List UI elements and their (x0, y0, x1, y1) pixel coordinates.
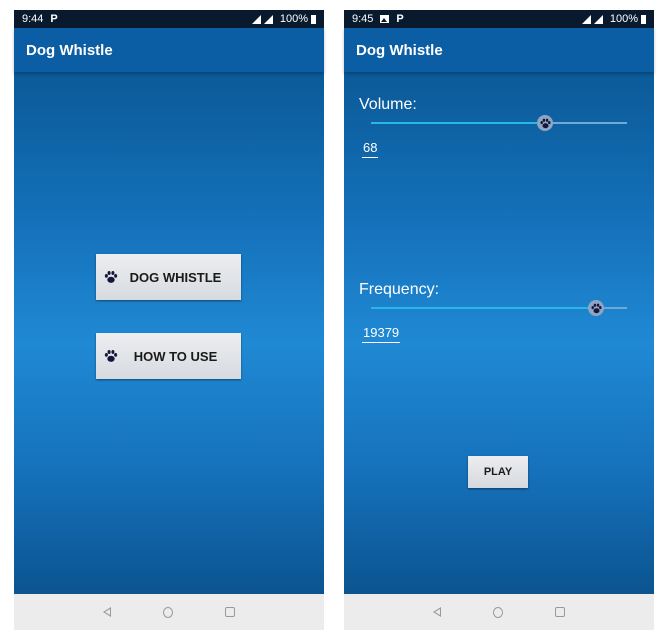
phone-screen-whistle: 9:45 P 100% Dog Whistle Volume: 68 Frequ… (344, 10, 654, 630)
parking-icon: P (50, 13, 58, 25)
phone-screen-menu: 9:44 P 100% Dog Whistle DOG WHISTLE HOW … (14, 10, 324, 630)
frequency-slider-thumb[interactable] (588, 300, 605, 316)
volume-value-field[interactable]: 68 (362, 140, 379, 158)
frequency-label: Frequency: (359, 281, 440, 298)
paw-icon (590, 302, 603, 315)
home-icon[interactable] (163, 606, 173, 618)
image-icon (380, 15, 390, 23)
navigation-bar (14, 594, 324, 630)
volume-slider-fill (371, 122, 546, 124)
battery-icon (641, 14, 646, 24)
cell-signal-icon (263, 14, 273, 24)
app-bar: Dog Whistle (14, 28, 324, 72)
play-button[interactable]: PLAY (468, 456, 528, 488)
menu-content: DOG WHISTLE HOW TO USE (14, 72, 324, 594)
back-icon[interactable] (103, 607, 111, 617)
wifi-signal-icon (251, 14, 261, 24)
volume-slider-thumb[interactable] (537, 115, 554, 131)
home-icon[interactable] (493, 606, 503, 618)
app-title: Dog Whistle (356, 41, 443, 59)
battery-icon (311, 14, 316, 24)
recents-icon[interactable] (555, 607, 565, 617)
paw-icon (103, 269, 119, 285)
volume-slider[interactable] (371, 115, 627, 131)
recents-icon[interactable] (225, 607, 235, 617)
status-time: 9:44 (22, 13, 44, 25)
paw-icon (103, 348, 119, 364)
volume-label: Volume: (359, 96, 417, 113)
whistle-content: Volume: 68 Frequency: 19379 PLAY (344, 72, 654, 594)
status-bar: 9:45 P 100% (344, 10, 654, 28)
paw-icon (539, 117, 552, 130)
frequency-slider[interactable] (371, 300, 627, 316)
dog-whistle-button[interactable]: DOG WHISTLE (96, 254, 241, 300)
navigation-bar (344, 594, 654, 630)
battery-percent: 100% (279, 13, 308, 25)
wifi-signal-icon (581, 14, 591, 24)
back-icon[interactable] (433, 607, 441, 617)
frequency-value-field[interactable]: 19379 (362, 325, 401, 343)
cell-signal-icon (593, 14, 603, 24)
status-bar: 9:44 P 100% (14, 10, 324, 28)
app-title: Dog Whistle (26, 41, 113, 59)
frequency-slider-fill (371, 307, 597, 309)
how-to-use-button[interactable]: HOW TO USE (96, 333, 241, 379)
battery-percent: 100% (609, 13, 638, 25)
status-time: 9:45 (352, 13, 374, 25)
app-bar: Dog Whistle (344, 28, 654, 72)
parking-icon: P (396, 13, 404, 25)
